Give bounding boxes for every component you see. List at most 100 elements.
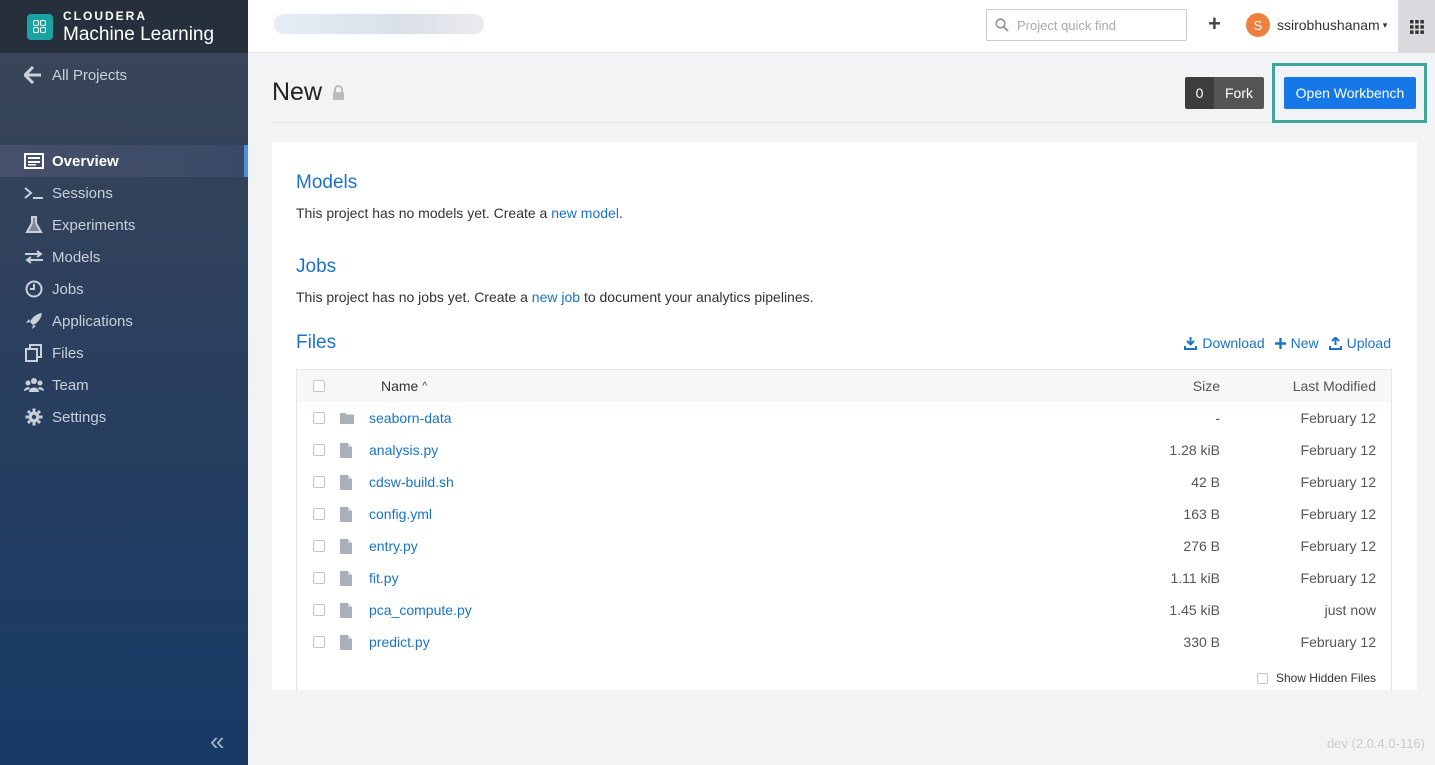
brand-company: CLOUDERA — [63, 8, 147, 23]
file-modified-cell: February 12 — [1300, 570, 1376, 586]
all-projects-link[interactable]: All Projects — [24, 66, 127, 84]
username: ssirobhushanam — [1277, 17, 1380, 33]
rocket-icon — [24, 311, 44, 331]
fork-button[interactable]: Fork — [1214, 77, 1264, 109]
sidebar-item-label: Sessions — [52, 184, 113, 202]
file-name-link[interactable]: fit.py — [369, 570, 399, 586]
file-icon — [340, 602, 354, 618]
sidebar-item-settings[interactable]: Settings — [0, 401, 248, 433]
file-modified-cell: February 12 — [1300, 538, 1376, 554]
models-heading[interactable]: Models — [296, 172, 357, 194]
blurred-breadcrumb — [274, 14, 484, 34]
modified-column-header[interactable]: Last Modified — [1293, 378, 1376, 394]
overview-card: Models This project has no models yet. C… — [272, 142, 1417, 690]
file-name-link[interactable]: predict.py — [369, 634, 430, 650]
file-size-cell: 42 B — [1191, 474, 1220, 490]
brand[interactable]: CLOUDERA Machine Learning — [0, 0, 248, 53]
sidebar-item-models[interactable]: Models — [0, 241, 248, 273]
sidebar-item-label: Settings — [52, 408, 107, 426]
file-name-link[interactable]: entry.py — [369, 538, 418, 554]
sidebar-item-team[interactable]: Team — [0, 369, 248, 401]
sidebar: CLOUDERA Machine Learning All Projects O… — [0, 0, 248, 765]
file-modified-cell: just now — [1324, 602, 1376, 618]
add-icon[interactable]: + — [1208, 13, 1221, 35]
title-divider — [272, 122, 1417, 123]
files-table: Name ^ Size Last Modified seaborn-data - F… — [296, 369, 1392, 690]
select-all-checkbox[interactable] — [313, 380, 325, 392]
user-menu[interactable]: S ssirobhushanam ▾ — [1246, 13, 1387, 37]
name-column-header[interactable]: Name ^ — [381, 378, 427, 394]
table-row[interactable]: pca_compute.py 1.45 kiB just now — [297, 594, 1391, 626]
sidebar-item-overview[interactable]: Overview — [0, 145, 248, 177]
sidebar-item-label: Experiments — [52, 216, 136, 234]
open-workbench-button[interactable]: Open Workbench — [1284, 77, 1416, 109]
sidebar-item-applications[interactable]: Applications — [0, 305, 248, 337]
sidebar-item-files[interactable]: Files — [0, 337, 248, 369]
table-row[interactable]: seaborn-data - February 12 — [297, 402, 1391, 434]
file-size-cell: - — [1215, 410, 1220, 426]
download-button[interactable]: Download — [1184, 335, 1265, 351]
collapse-sidebar-icon[interactable]: « — [210, 726, 224, 757]
size-column-header[interactable]: Size — [1193, 378, 1220, 394]
file-actions: Download New Upload — [1184, 335, 1391, 351]
jobs-text-after: to document your analytics pipelines. — [580, 289, 814, 305]
row-checkbox[interactable] — [313, 604, 325, 616]
file-name-cell: seaborn-data — [369, 410, 969, 426]
file-size-cell: 1.45 kiB — [1169, 602, 1220, 618]
sidebar-item-jobs[interactable]: Jobs — [0, 273, 248, 305]
name-header-label: Name — [381, 378, 419, 394]
lock-icon — [333, 85, 345, 100]
file-icon — [340, 442, 354, 458]
file-icon — [340, 634, 354, 650]
gear-icon — [24, 407, 44, 427]
search-input[interactable] — [1017, 17, 1177, 33]
file-icon — [340, 570, 354, 586]
table-body: seaborn-data - February 12 analysis.py 1.28 … — [297, 402, 1391, 658]
show-hidden-checkbox[interactable] — [1256, 672, 1268, 684]
row-checkbox[interactable] — [313, 540, 325, 552]
new-file-button[interactable]: New — [1274, 335, 1319, 351]
apps-grid-button[interactable] — [1398, 0, 1435, 53]
team-icon — [24, 375, 44, 395]
upload-label: Upload — [1346, 335, 1391, 351]
row-checkbox[interactable] — [313, 572, 325, 584]
files-heading: Files — [296, 332, 337, 353]
jobs-text: This project has no jobs yet. Create a n… — [296, 289, 814, 305]
row-checkbox[interactable] — [313, 412, 325, 424]
file-name-cell: analysis.py — [369, 442, 969, 458]
file-name-link[interactable]: seaborn-data — [369, 410, 452, 426]
file-size-cell: 276 B — [1183, 538, 1220, 554]
table-row[interactable]: fit.py 1.11 kiB February 12 — [297, 562, 1391, 594]
row-checkbox[interactable] — [313, 476, 325, 488]
table-row[interactable]: cdsw-build.sh 42 B February 12 — [297, 466, 1391, 498]
new-job-link[interactable]: new job — [532, 289, 580, 305]
fork-count: 0 — [1185, 77, 1214, 109]
files-icon — [24, 343, 44, 363]
row-checkbox[interactable] — [313, 636, 325, 648]
top-bar: + S ssirobhushanam ▾ — [248, 0, 1435, 53]
table-row[interactable]: config.yml 163 B February 12 — [297, 498, 1391, 530]
row-checkbox[interactable] — [313, 444, 325, 456]
file-name-link[interactable]: cdsw-build.sh — [369, 474, 454, 490]
brand-product: Machine Learning — [63, 23, 215, 45]
row-checkbox[interactable] — [313, 508, 325, 520]
project-quick-find[interactable] — [986, 9, 1187, 41]
table-row[interactable]: entry.py 276 B February 12 — [297, 530, 1391, 562]
file-size-cell: 330 B — [1183, 634, 1220, 650]
file-name-link[interactable]: analysis.py — [369, 442, 438, 458]
sidebar-item-experiments[interactable]: Experiments — [0, 209, 248, 241]
file-name-link[interactable]: config.yml — [369, 506, 432, 522]
brand-text: CLOUDERA Machine Learning — [63, 10, 214, 44]
upload-button[interactable]: Upload — [1328, 335, 1391, 351]
page-title: New — [272, 78, 345, 107]
sidebar-item-sessions[interactable]: Sessions — [0, 177, 248, 209]
file-name-cell: cdsw-build.sh — [369, 474, 969, 490]
new-model-link[interactable]: new model — [551, 205, 619, 221]
file-name-link[interactable]: pca_compute.py — [369, 602, 472, 618]
show-hidden-label: Show Hidden Files — [1275, 671, 1376, 685]
show-hidden-files[interactable]: Show Hidden Files — [1256, 671, 1376, 685]
table-row[interactable]: analysis.py 1.28 kiB February 12 — [297, 434, 1391, 466]
sidebar-item-label: Team — [52, 376, 89, 394]
jobs-heading[interactable]: Jobs — [296, 256, 336, 278]
table-row[interactable]: predict.py 330 B February 12 — [297, 626, 1391, 658]
